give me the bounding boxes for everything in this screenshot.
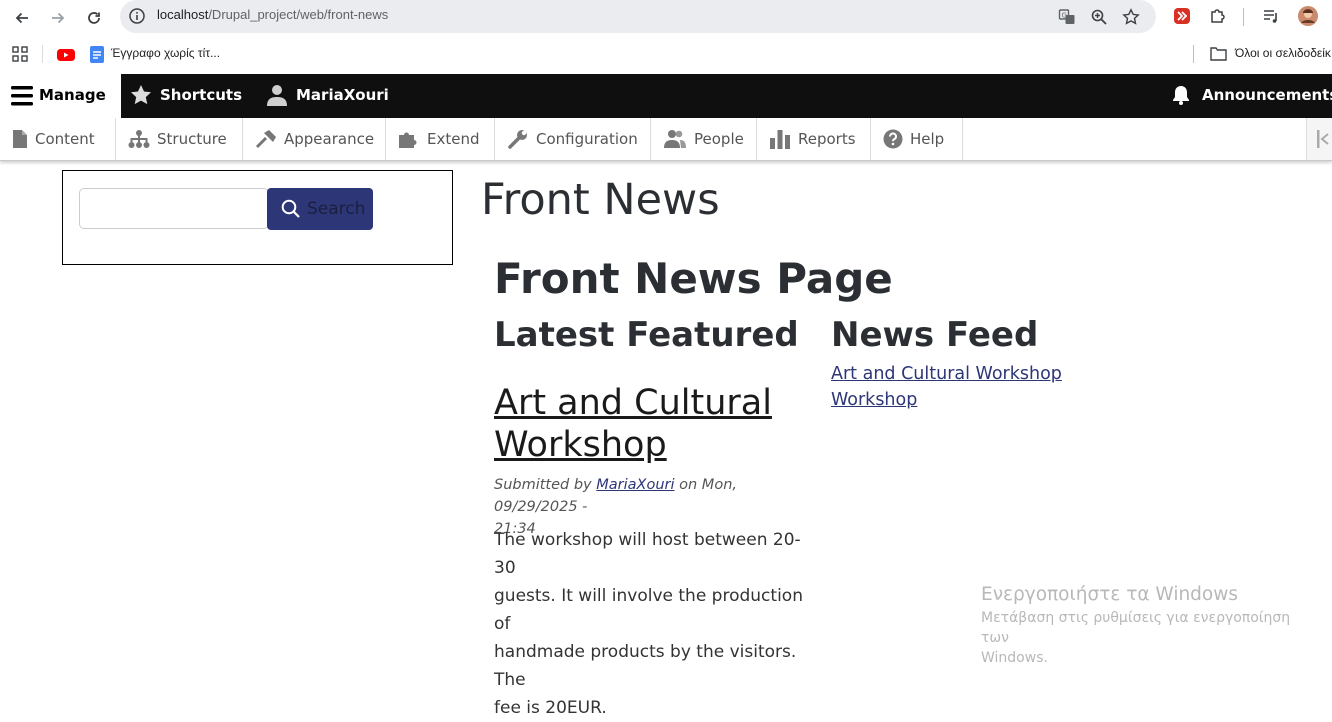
tray-item-reports[interactable]: Reports <box>757 118 871 160</box>
article-body: The workshop will host between 20-30 gue… <box>494 526 814 722</box>
news-feed-title: News Feed <box>831 315 1039 355</box>
author-link[interactable]: MariaXouri <box>596 477 674 493</box>
tray-label: Configuration <box>536 130 638 148</box>
search-input[interactable] <box>79 188 269 229</box>
tray-label: People <box>694 130 744 148</box>
body-line: handmade products by the visitors. The <box>494 642 797 690</box>
configuration-icon <box>508 130 527 149</box>
people-icon <box>664 130 686 148</box>
reload-icon[interactable] <box>82 6 106 30</box>
tray-item-people[interactable]: People <box>651 118 757 160</box>
svg-text:G: G <box>1062 12 1067 20</box>
watermark-line: Windows. <box>981 650 1048 666</box>
tray-label: Appearance <box>284 130 375 148</box>
tray-item-structure[interactable]: Structure <box>116 118 243 160</box>
body-line: fee is 20EUR. <box>494 698 607 718</box>
tray-item-extend[interactable]: Extend <box>386 118 495 160</box>
admin-tray: Content Structure Appearance Extend Conf… <box>0 118 1332 161</box>
bell-icon <box>1173 86 1189 105</box>
tray-label: Content <box>35 130 95 148</box>
announcements-tab[interactable]: Announcements <box>1202 86 1332 104</box>
tray-item-help[interactable]: Help <box>871 118 963 160</box>
tray-item-appearance[interactable]: Appearance <box>243 118 386 160</box>
tray-label: Extend <box>427 130 480 148</box>
bookmark-doc-link[interactable]: Έγγραφο χωρίς τίτ... <box>111 46 220 60</box>
search-button[interactable]: Search <box>267 188 373 230</box>
youtube-icon[interactable] <box>57 47 75 66</box>
article-title-line: Art and Cultural <box>494 383 772 423</box>
page-title: Front News <box>481 175 720 225</box>
news-feed-link[interactable]: Workshop <box>831 390 917 410</box>
content-icon <box>13 130 27 148</box>
submitted-prefix: Submitted by <box>494 477 592 493</box>
latest-featured-title: Latest Featured <box>494 315 799 355</box>
user-icon <box>267 85 287 106</box>
zoom-icon[interactable] <box>1088 6 1110 28</box>
search-button-label: Search <box>307 199 366 219</box>
search-icon <box>281 199 300 218</box>
tray-orientation-toggle[interactable] <box>1306 118 1332 160</box>
divider <box>1193 45 1194 63</box>
back-icon[interactable] <box>10 6 34 30</box>
tray-item-content[interactable]: Content <box>0 118 116 160</box>
watermark-text: Μετάβαση στις ρυθμίσεις για ενεργοποίηση… <box>981 608 1321 668</box>
hamburger-icon <box>11 86 33 106</box>
manage-label: Manage <box>39 86 106 104</box>
folder-icon <box>1210 46 1227 65</box>
appearance-icon <box>255 130 276 149</box>
watermark-title: Ενεργοποιήστε τα Windows <box>981 584 1239 605</box>
url-text[interactable]: localhost/Drupal_project/web/front-news <box>157 7 388 22</box>
watermark-line: Μετάβαση στις ρυθμίσεις για ενεργοποίηση… <box>981 610 1291 646</box>
manage-tab[interactable]: Manage <box>0 74 121 118</box>
article-title-link[interactable]: Art and Cultural Workshop <box>494 382 804 466</box>
divider <box>1243 8 1244 26</box>
collapse-icon <box>1317 130 1329 148</box>
all-bookmarks-link[interactable]: Όλοι οι σελιδοδείκ <box>1235 46 1331 60</box>
reports-icon <box>770 130 790 149</box>
extension-red-icon[interactable] <box>1171 5 1193 27</box>
body-line: guests. It will involve the production o… <box>494 586 803 634</box>
front-news-page-title: Front News Page <box>494 254 893 303</box>
bookmark-star-icon[interactable] <box>1120 6 1142 28</box>
extend-icon <box>399 132 417 148</box>
site-info-icon[interactable] <box>128 7 146 25</box>
browser-toolbar: localhost/Drupal_project/web/front-news … <box>0 0 1332 36</box>
address-bar[interactable]: localhost/Drupal_project/web/front-news … <box>120 0 1156 33</box>
tray-label: Reports <box>798 130 856 148</box>
body-line: The workshop will host between 20-30 <box>494 530 801 578</box>
user-tab[interactable]: MariaXouri <box>296 86 389 104</box>
apps-grid-icon[interactable] <box>12 46 28 66</box>
news-feed-link[interactable]: Art and Cultural Workshop <box>831 364 1062 384</box>
divider <box>42 45 43 63</box>
tray-item-configuration[interactable]: Configuration <box>495 118 651 160</box>
profile-avatar[interactable] <box>1297 5 1319 27</box>
help-icon <box>883 129 903 149</box>
tray-label: Structure <box>157 130 227 148</box>
tray-label: Help <box>910 130 945 148</box>
structure-icon <box>128 130 150 148</box>
forward-icon[interactable] <box>46 6 70 30</box>
shortcuts-tab[interactable]: Shortcuts <box>160 86 242 104</box>
article-title-line: Workshop <box>494 425 667 465</box>
translate-icon[interactable]: G <box>1056 6 1078 28</box>
google-docs-icon[interactable] <box>90 46 104 67</box>
search-block: Search <box>62 170 453 265</box>
windows-activation-watermark: Ενεργοποιήστε τα Windows Μετάβαση στις ρ… <box>981 584 1321 668</box>
media-queue-icon[interactable] <box>1260 5 1282 27</box>
bookmarks-bar: Έγγραφο χωρίς τίτ... Όλοι οι σελιδοδείκ <box>0 36 1332 74</box>
star-icon <box>131 85 151 105</box>
extensions-puzzle-icon[interactable] <box>1207 5 1229 27</box>
admin-toolbar: Manage Shortcuts MariaXouri Announcement… <box>0 74 1332 118</box>
